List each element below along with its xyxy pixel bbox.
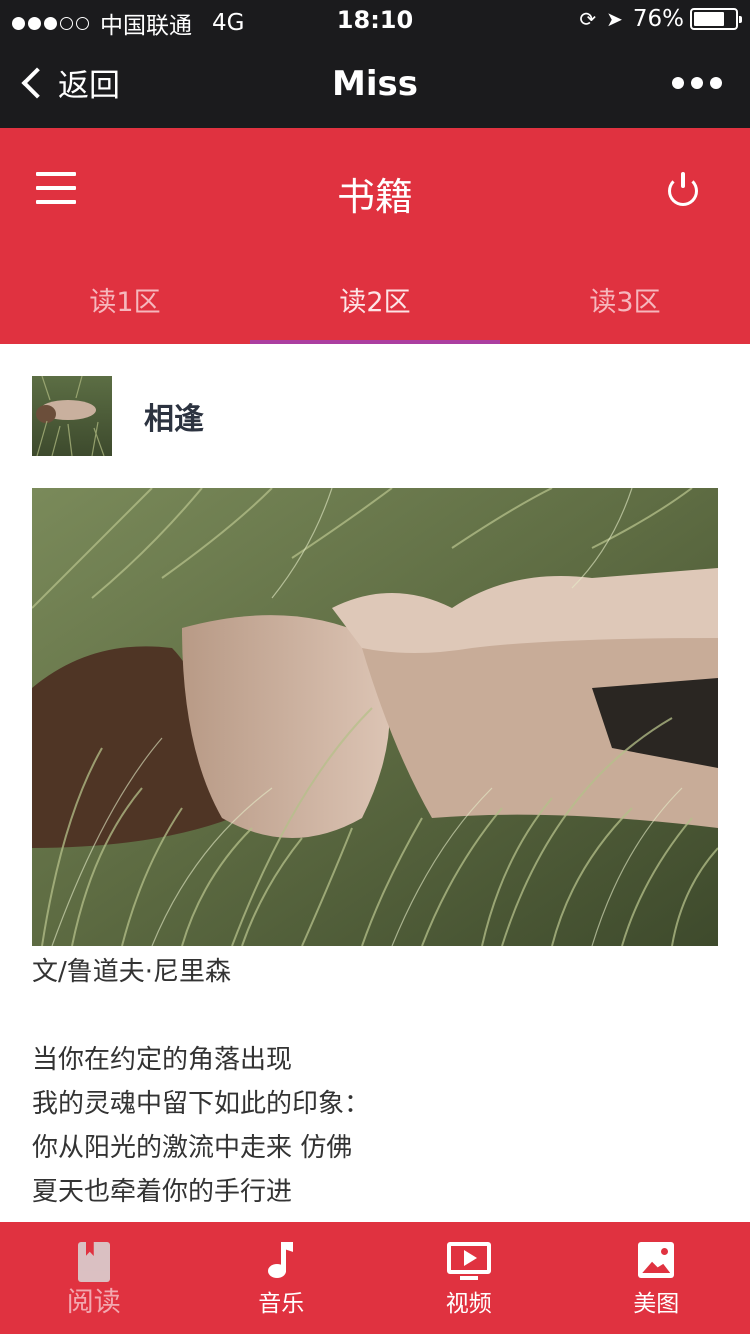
post-thumbnail[interactable] bbox=[32, 376, 112, 456]
battery-fill bbox=[694, 12, 725, 26]
hero-image[interactable] bbox=[32, 488, 718, 946]
tab-read-1[interactable]: 读1区 bbox=[0, 254, 250, 344]
poem-line: 夏天也牵着你的手行进 bbox=[32, 1177, 293, 1207]
poem-line: 你从阳光的激流中走来 仿佛 bbox=[32, 1133, 353, 1163]
back-button[interactable]: 返回 bbox=[18, 60, 120, 105]
back-label: 返回 bbox=[58, 68, 120, 104]
poem-line: 当你在约定的角落出现 bbox=[32, 1045, 293, 1075]
tab-bar-pictures[interactable]: 美图 bbox=[563, 1222, 750, 1334]
navigation-bar: 返回 Miss bbox=[0, 40, 750, 128]
video-icon bbox=[446, 1242, 491, 1280]
status-bar: 中国联通 4G 18:10 ⟳ ➤ 76% bbox=[0, 0, 750, 40]
article-content[interactable]: 相逢 文/鲁道夫·尼里森 当你在约定的角落出现 我的灵魂中留下如此的印象： 你从… bbox=[0, 344, 750, 1222]
tab-bar-video[interactable]: 视频 bbox=[375, 1222, 563, 1334]
bottom-tab-bar: 阅读 音乐 视频 美图 bbox=[0, 1222, 750, 1334]
chevron-left-icon bbox=[21, 66, 53, 99]
article-author: 文/鲁道夫·尼里森 bbox=[32, 957, 232, 987]
battery-icon bbox=[690, 8, 742, 30]
tab-bar-label: 美图 bbox=[633, 1291, 680, 1317]
tab-bar-label: 阅读 bbox=[66, 1287, 121, 1318]
section-tabs: 读1区 读2区 读3区 bbox=[0, 254, 750, 344]
tab-bar-read[interactable]: 阅读 bbox=[0, 1222, 188, 1334]
location-arrow-icon: ➤ bbox=[606, 7, 623, 31]
tab-bar-label: 视频 bbox=[445, 1291, 492, 1317]
app-header: 书籍 读1区 读2区 读3区 bbox=[0, 128, 750, 344]
rotation-lock-icon: ⟳ bbox=[579, 7, 597, 31]
music-note-icon bbox=[262, 1242, 300, 1280]
book-icon bbox=[75, 1242, 113, 1282]
more-options-button[interactable] bbox=[665, 77, 722, 89]
post-header: 相逢 bbox=[32, 376, 204, 456]
tab-read-2[interactable]: 读2区 bbox=[250, 254, 500, 344]
post-title: 相逢 bbox=[144, 402, 204, 437]
header-title: 书籍 bbox=[336, 175, 413, 219]
article-body: 文/鲁道夫·尼里森 当你在约定的角落出现 我的灵魂中留下如此的印象： 你从阳光的… bbox=[32, 950, 718, 1214]
tab-read-3[interactable]: 读3区 bbox=[500, 254, 750, 344]
picture-icon bbox=[637, 1242, 675, 1280]
battery-percent: 76% bbox=[632, 6, 684, 32]
poem-line: 我的灵魂中留下如此的印象： bbox=[32, 1089, 371, 1119]
tab-bar-label: 音乐 bbox=[258, 1291, 305, 1317]
tab-bar-music[interactable]: 音乐 bbox=[188, 1222, 376, 1334]
more-dots-icon bbox=[672, 77, 684, 89]
power-icon[interactable] bbox=[668, 172, 698, 206]
status-right: ⟳ ➤ 76% bbox=[579, 6, 742, 32]
